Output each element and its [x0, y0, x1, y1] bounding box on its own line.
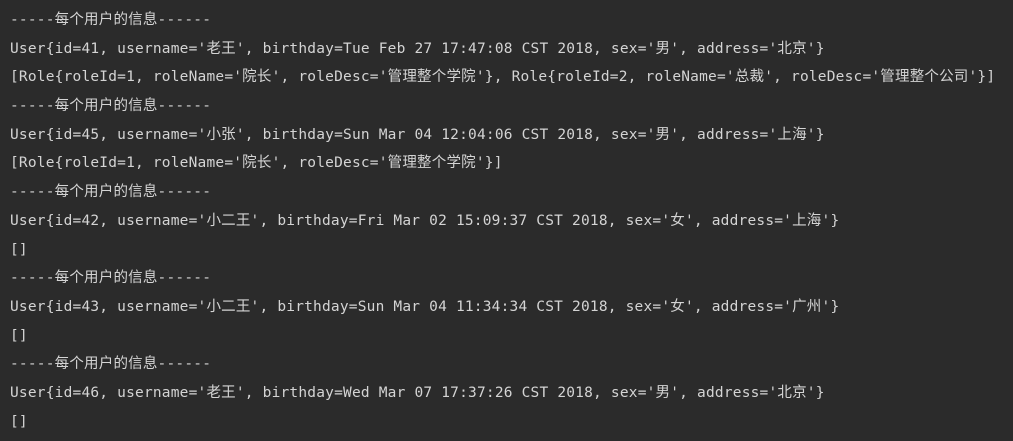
- console-line-roles: [Role{roleId=1, roleName='院长', roleDesc=…: [10, 69, 996, 86]
- console-line-user: User{id=45, username='小张', birthday=Sun …: [10, 126, 825, 143]
- console-line-roles: []: [10, 413, 28, 430]
- console-line-roles: []: [10, 241, 28, 258]
- console-line-user: User{id=41, username='老王', birthday=Tue …: [10, 40, 825, 57]
- console-line-user: User{id=46, username='老王', birthday=Wed …: [10, 384, 825, 401]
- console-line-user: User{id=42, username='小二王', birthday=Fri…: [10, 212, 840, 229]
- console-line-separator: -----每个用户的信息------: [10, 98, 212, 115]
- console-line-separator: -----每个用户的信息------: [10, 184, 212, 201]
- console-output[interactable]: -----每个用户的信息------ User{id=41, username=…: [0, 0, 1013, 441]
- console-line-separator: -----每个用户的信息------: [10, 270, 212, 287]
- console-line-roles: [Role{roleId=1, roleName='院长', roleDesc=…: [10, 155, 503, 172]
- console-line-roles: []: [10, 327, 28, 344]
- console-line-separator: -----每个用户的信息------: [10, 356, 212, 373]
- console-line-separator: -----每个用户的信息------: [10, 12, 212, 28]
- console-line-user: User{id=43, username='小二王', birthday=Sun…: [10, 298, 840, 315]
